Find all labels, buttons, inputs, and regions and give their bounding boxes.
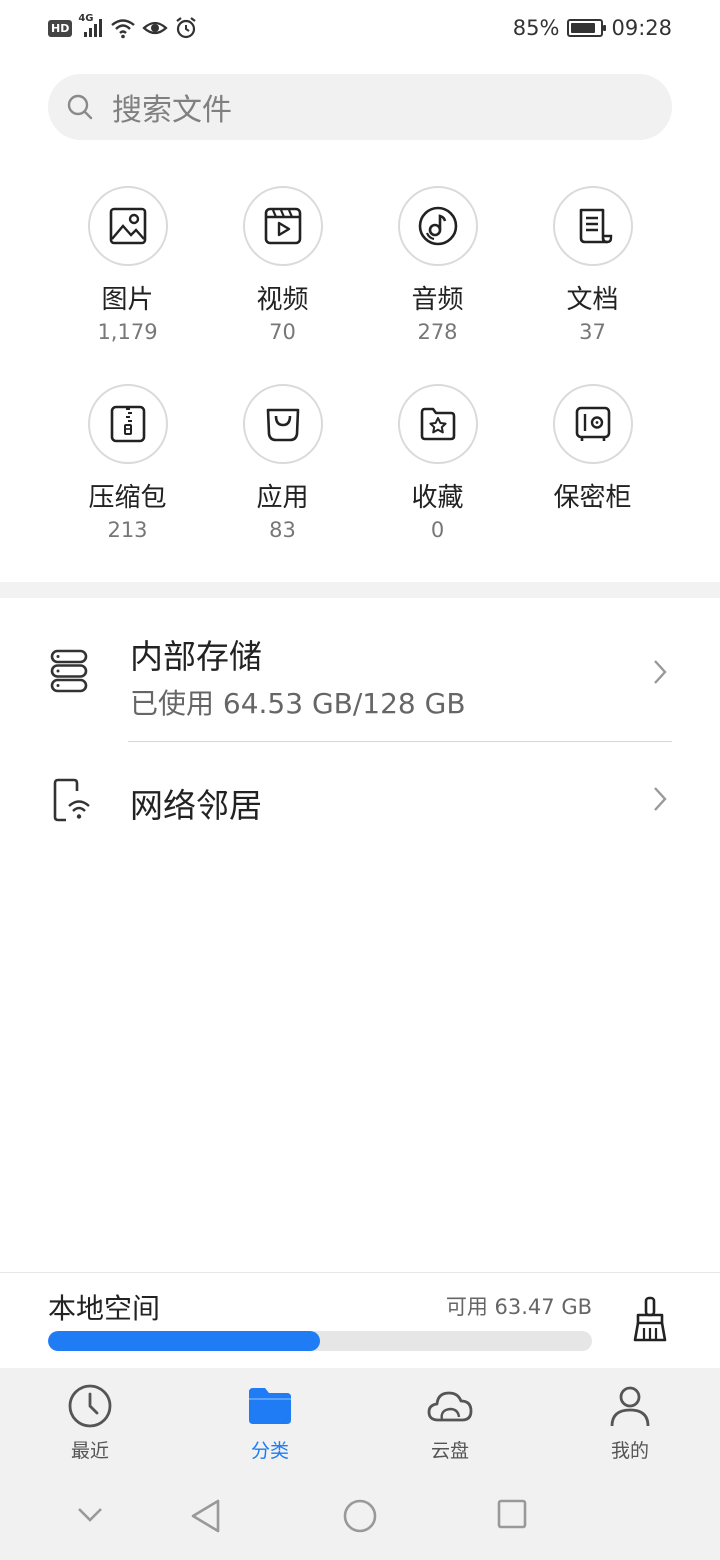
alarm-icon <box>176 17 197 39</box>
broom-icon[interactable] <box>632 1295 668 1343</box>
category-label: 视频 <box>256 285 309 315</box>
4g-signal-icon: 4G <box>78 13 104 39</box>
category-label: 音频 <box>411 285 464 315</box>
category-images[interactable]: 图片 1,179 <box>50 186 205 344</box>
storage-progress-bar <box>48 1331 592 1351</box>
clock-icon <box>68 1384 112 1428</box>
storage-icon <box>50 649 88 693</box>
category-count: 70 <box>269 320 296 344</box>
storage-progress-fill <box>48 1331 320 1351</box>
safe-icon <box>575 406 610 441</box>
battery-fill <box>571 23 596 33</box>
category-icon-circle <box>397 186 478 266</box>
document-icon <box>579 208 612 244</box>
category-count: 1,179 <box>97 320 158 344</box>
chevron-right-icon <box>654 660 667 684</box>
archive-icon <box>110 405 145 443</box>
eye-icon <box>142 21 168 35</box>
category-icon-circle <box>242 186 323 266</box>
category-favorites[interactable]: 收藏 0 <box>360 384 515 542</box>
local-space-title: 本地空间 <box>48 1292 161 1325</box>
category-label: 压缩包 <box>88 483 167 513</box>
category-label: 文档 <box>566 285 619 315</box>
battery-icon <box>567 19 607 37</box>
category-icon-circle <box>242 384 323 464</box>
category-count: 278 <box>417 320 458 344</box>
category-count: 213 <box>107 518 148 542</box>
network-neighbor-icon <box>53 778 90 822</box>
category-label: 保密柜 <box>553 483 632 513</box>
local-space-panel: 本地空间 可用 63.47 GB <box>0 1272 720 1368</box>
person-icon <box>610 1386 650 1427</box>
category-icon-circle <box>87 186 168 266</box>
audio-icon <box>418 206 457 246</box>
tab-recent[interactable]: 最近 <box>0 1382 180 1463</box>
tab-me[interactable]: 我的 <box>540 1382 720 1463</box>
status-bar: HD 4G 85% 09:28 <box>0 0 720 60</box>
recents-icon[interactable] <box>496 1498 528 1530</box>
search-icon <box>67 94 93 120</box>
wifi-icon <box>111 19 136 39</box>
status-icons-left: HD 4G <box>48 13 198 40</box>
collapse-icon[interactable] <box>76 1506 104 1524</box>
network-neighbor-title: 网络邻居 <box>130 786 262 825</box>
category-count: 37 <box>579 320 606 344</box>
tab-cloud[interactable]: 云盘 <box>360 1382 540 1463</box>
category-icon-circle <box>87 384 168 464</box>
status-icons-right: 85% 09:28 <box>513 16 672 40</box>
category-label: 收藏 <box>411 483 464 513</box>
internal-storage-item[interactable]: 内部存储 已使用 64.53 GB/128 GB <box>0 600 720 742</box>
category-icon-circle <box>552 186 633 266</box>
favorites-icon <box>420 407 455 441</box>
local-space-available: 可用 63.47 GB <box>445 1295 592 1319</box>
home-icon[interactable] <box>342 1498 378 1534</box>
storage-title: 内部存储 <box>130 637 262 676</box>
network-neighbor-item[interactable]: 网络邻居 <box>0 743 720 855</box>
tab-label: 分类 <box>250 1440 289 1462</box>
hd-badge-icon: HD <box>48 19 73 37</box>
category-videos[interactable]: 视频 70 <box>205 186 360 344</box>
back-icon[interactable] <box>190 1498 222 1534</box>
tab-categories[interactable]: 分类 <box>180 1382 360 1463</box>
section-divider <box>0 582 720 598</box>
app-bag-icon <box>266 408 299 442</box>
system-nav-bar <box>0 1468 720 1560</box>
category-icon-circle <box>552 384 633 464</box>
category-safe[interactable]: 保密柜 <box>515 384 670 518</box>
clock-time: 09:28 <box>611 16 672 40</box>
search-input[interactable]: 搜索文件 <box>48 74 672 140</box>
image-icon <box>109 207 146 245</box>
tab-label: 我的 <box>610 1440 649 1462</box>
category-audio[interactable]: 音频 278 <box>360 186 515 344</box>
category-label: 图片 <box>101 285 154 315</box>
category-count: 83 <box>269 518 296 542</box>
category-icon-circle <box>397 384 478 464</box>
category-apps[interactable]: 应用 83 <box>205 384 360 542</box>
category-documents[interactable]: 文档 37 <box>515 186 670 344</box>
chevron-right-icon <box>654 787 667 811</box>
cloud-icon <box>427 1391 473 1422</box>
category-label: 应用 <box>256 483 309 513</box>
tab-label: 云盘 <box>430 1440 469 1462</box>
search-placeholder: 搜索文件 <box>112 93 232 128</box>
storage-usage-text: 已使用 64.53 GB/128 GB <box>130 687 466 720</box>
list-separator <box>128 741 672 742</box>
category-count: 0 <box>430 518 445 542</box>
bottom-tab-bar: 最近 分类 云盘 我的 <box>0 1368 720 1468</box>
category-archives[interactable]: 压缩包 213 <box>50 384 205 542</box>
battery-percent: 85% <box>512 16 560 40</box>
video-icon <box>264 207 301 245</box>
folder-icon <box>249 1388 291 1424</box>
tab-label: 最近 <box>70 1440 109 1462</box>
